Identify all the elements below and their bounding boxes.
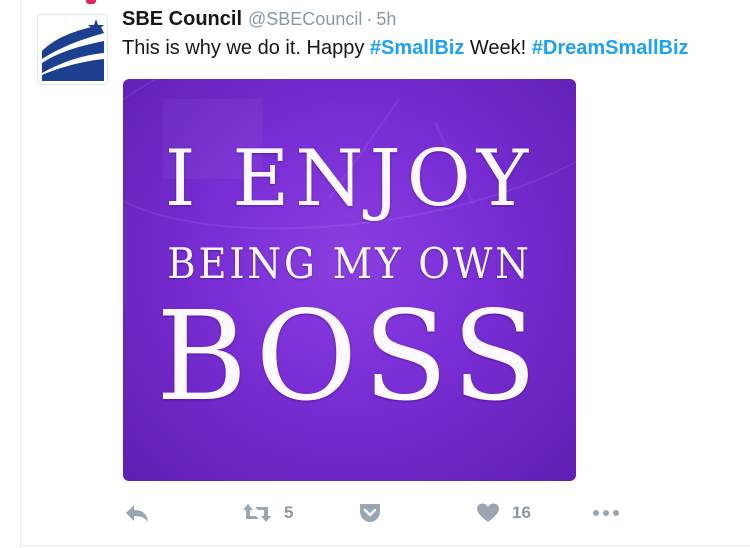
- avatar[interactable]: [37, 14, 108, 85]
- sbe-council-logo-icon: [42, 19, 104, 81]
- hashtag-dreamsmallbiz-link[interactable]: #DreamSmallBiz: [532, 37, 689, 59]
- timeline-left-border: [20, 0, 21, 548]
- tweet-bottom-border: [20, 545, 750, 546]
- tweet-text: This is why we do it. Happy #SmallBiz We…: [122, 37, 689, 60]
- hashtag-smallbiz-link[interactable]: #SmallBiz: [370, 37, 464, 59]
- retweet-count: 5: [284, 503, 294, 522]
- pocket-save-icon: [360, 504, 380, 522]
- heart-icon: [477, 503, 499, 522]
- like-count: 16: [512, 503, 531, 522]
- reply-icon: [126, 505, 148, 522]
- tweet-timestamp[interactable]: 5h: [376, 9, 396, 29]
- tweet-text-prefix: This is why we do it. Happy: [122, 37, 370, 59]
- retweet-icon: [243, 504, 271, 522]
- reply-button[interactable]: [124, 498, 150, 528]
- like-button[interactable]: 16: [476, 498, 531, 528]
- meta-separator: ·: [366, 9, 373, 29]
- author-handle[interactable]: @SBECouncil: [248, 9, 362, 29]
- image-text-line-2: BEING MY OWN: [167, 239, 532, 288]
- tweet-media-image[interactable]: I ENJOY BEING MY OWN BOSS: [123, 79, 576, 481]
- tweet-actions: 5 16: [122, 498, 642, 528]
- image-text-line-1: I ENJOY: [164, 134, 535, 224]
- tweet-text-middle: Week!: [464, 37, 532, 59]
- previous-tweet-like-indicator: [86, 0, 96, 4]
- image-text-line-3: BOSS: [156, 285, 543, 429]
- save-to-pocket-button[interactable]: [358, 498, 382, 528]
- retweet-button[interactable]: 5: [242, 498, 293, 528]
- more-icon: [593, 510, 619, 516]
- more-button[interactable]: [592, 498, 622, 528]
- tweet-header: SBE Council @SBECouncil · 5h: [122, 8, 396, 32]
- author-name[interactable]: SBE Council: [122, 8, 242, 30]
